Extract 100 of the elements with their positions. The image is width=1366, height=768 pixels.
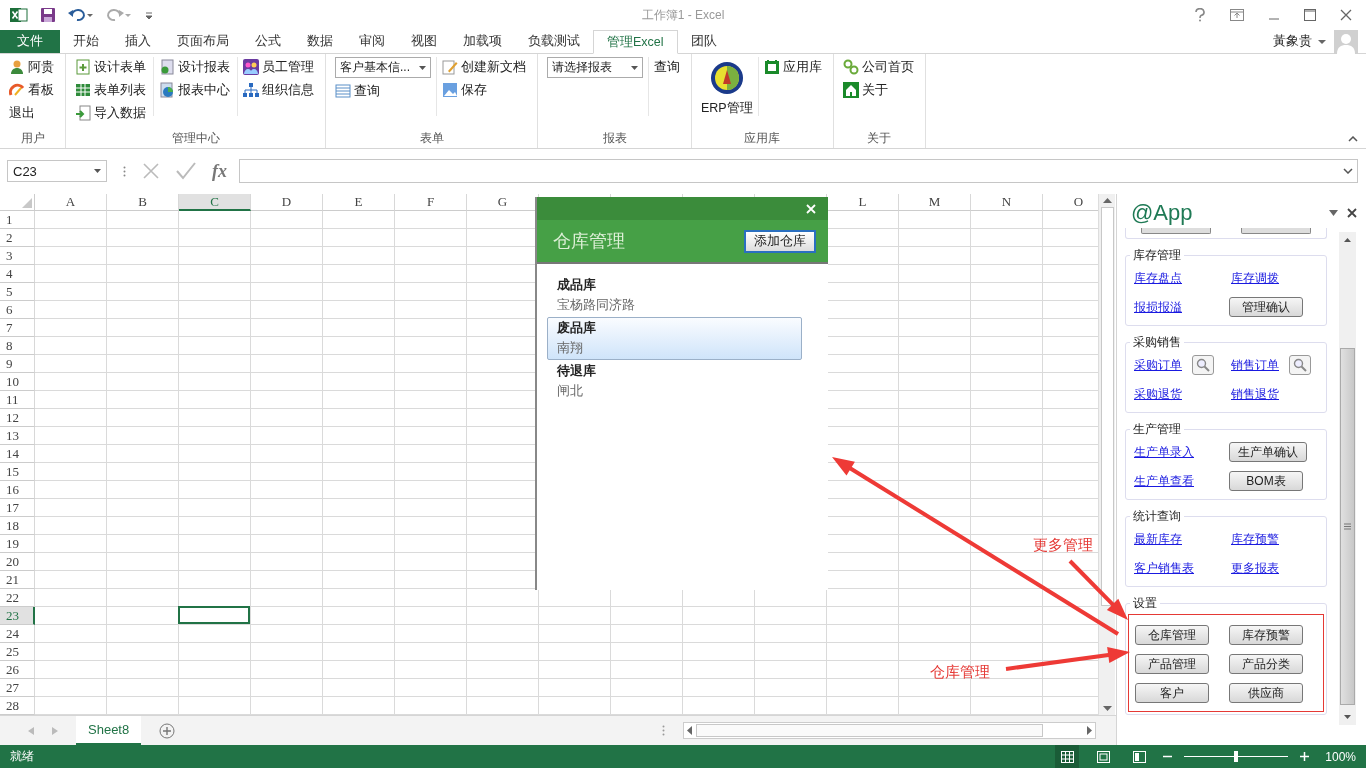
row-header[interactable]: 10 bbox=[0, 373, 35, 391]
row-header[interactable]: 5 bbox=[0, 283, 35, 301]
row-header[interactable]: 2 bbox=[0, 229, 35, 247]
link[interactable]: 客户销售表 bbox=[1132, 559, 1194, 577]
caret-icon[interactable] bbox=[1318, 38, 1326, 45]
ribbon-button[interactable]: 查询 bbox=[335, 81, 431, 101]
page-break-icon[interactable] bbox=[1132, 750, 1146, 763]
zoom-in-icon[interactable] bbox=[1300, 752, 1310, 761]
link[interactable]: 采购退货 bbox=[1132, 385, 1182, 403]
scroll-right-icon[interactable] bbox=[1087, 726, 1092, 735]
row-header[interactable]: 3 bbox=[0, 247, 35, 265]
pane-button[interactable]: 库存预警 bbox=[1229, 625, 1303, 645]
list-item[interactable]: 成品库 宝杨路同济路 bbox=[547, 274, 802, 317]
row-header[interactable]: 15 bbox=[0, 463, 35, 481]
column-header[interactable]: F bbox=[395, 194, 467, 211]
row-header[interactable]: 24 bbox=[0, 625, 35, 643]
ribbon-button[interactable]: 看板 bbox=[9, 80, 56, 100]
ribbon-button[interactable]: 关于 bbox=[842, 80, 916, 100]
horizontal-scrollbar[interactable] bbox=[683, 722, 1096, 739]
name-box[interactable]: C23 bbox=[7, 160, 107, 182]
column-header[interactable]: N bbox=[971, 194, 1043, 211]
drag-handle-icon[interactable] bbox=[123, 165, 126, 177]
pane-button[interactable]: 生产单确认 bbox=[1229, 442, 1307, 462]
column-header[interactable]: D bbox=[251, 194, 323, 211]
row-header[interactable]: 13 bbox=[0, 427, 35, 445]
ribbon-button[interactable]: 创建新文档 bbox=[442, 57, 528, 77]
row-header[interactable]: 17 bbox=[0, 499, 35, 517]
row-header[interactable]: 12 bbox=[0, 409, 35, 427]
ribbon-tab[interactable]: 加载项 bbox=[450, 30, 515, 53]
ribbon-tab[interactable]: 公式 bbox=[242, 30, 294, 53]
scroll-left-icon[interactable] bbox=[687, 726, 692, 735]
row-header[interactable]: 9 bbox=[0, 355, 35, 373]
caret-icon[interactable] bbox=[1329, 210, 1338, 216]
ribbon-tab[interactable]: 数据 bbox=[294, 30, 346, 53]
zoom-level[interactable]: 100% bbox=[1325, 749, 1356, 764]
pane-button[interactable]: 供应商 bbox=[1229, 683, 1303, 703]
row-header[interactable]: 21 bbox=[0, 571, 35, 589]
ribbon-button[interactable]: 设计表单 bbox=[75, 57, 148, 77]
row-header[interactable]: 23 bbox=[0, 607, 35, 625]
sheet-tab[interactable]: Sheet8 bbox=[76, 716, 142, 745]
row-header[interactable]: 19 bbox=[0, 535, 35, 553]
row-header[interactable]: 11 bbox=[0, 391, 35, 409]
ribbon-button[interactable]: 表单列表 bbox=[75, 80, 148, 100]
dropdown[interactable]: 客户基本信... bbox=[335, 57, 431, 78]
search-button[interactable] bbox=[1289, 355, 1311, 375]
user-name[interactable]: 黃象贵 bbox=[1273, 30, 1318, 53]
row-header[interactable]: 16 bbox=[0, 481, 35, 499]
ribbon-button[interactable]: 应用库 bbox=[763, 57, 824, 77]
ribbon-button[interactable]: 组织信息 bbox=[243, 80, 316, 100]
row-header[interactable]: 6 bbox=[0, 301, 35, 319]
save-icon[interactable] bbox=[40, 7, 56, 23]
row-header[interactable]: 14 bbox=[0, 445, 35, 463]
ribbon-button[interactable]: 报表中心 bbox=[159, 80, 232, 100]
ribbon-button[interactable]: 设计报表 bbox=[159, 57, 232, 77]
close-icon[interactable] bbox=[1347, 208, 1357, 218]
close-icon[interactable] bbox=[1340, 9, 1352, 21]
scroll-up-icon[interactable] bbox=[1102, 198, 1112, 203]
ribbon-button[interactable]: 保存 bbox=[442, 80, 528, 100]
file-tab[interactable]: 文件 bbox=[0, 30, 60, 53]
pane-button[interactable]: 产品管理 bbox=[1135, 654, 1209, 674]
link[interactable]: 生产单查看 bbox=[1132, 472, 1194, 490]
ribbon-tab[interactable]: 团队 bbox=[677, 30, 730, 53]
link[interactable]: 库存盘点 bbox=[1132, 269, 1182, 287]
ribbon-tab[interactable]: 页面布局 bbox=[164, 30, 242, 53]
ribbon-tab[interactable]: 插入 bbox=[112, 30, 164, 53]
pane-button[interactable]: 仓库管理 bbox=[1135, 625, 1209, 645]
check-icon[interactable] bbox=[176, 162, 196, 180]
list-item[interactable]: 废品库 南翔 bbox=[547, 317, 802, 360]
insert-function-button[interactable]: fx bbox=[212, 160, 227, 182]
dropdown[interactable]: 请选择报表 bbox=[547, 57, 643, 78]
drag-handle-icon[interactable] bbox=[662, 725, 665, 736]
scroll-down-icon[interactable] bbox=[1344, 715, 1351, 719]
link[interactable]: 最新库存 bbox=[1132, 530, 1182, 548]
ribbon-button[interactable]: 员工管理 bbox=[243, 57, 316, 77]
link[interactable]: 库存预警 bbox=[1229, 530, 1279, 548]
search-button[interactable] bbox=[1192, 355, 1214, 375]
row-header[interactable]: 7 bbox=[0, 319, 35, 337]
formula-input[interactable] bbox=[239, 159, 1358, 183]
ribbon-button[interactable]: 公司首页 bbox=[842, 57, 916, 77]
column-header[interactable]: E bbox=[323, 194, 395, 211]
ribbon-button[interactable]: 阿贵 bbox=[9, 57, 56, 77]
scroll-down-icon[interactable] bbox=[1102, 706, 1112, 711]
undo-icon[interactable] bbox=[68, 7, 94, 23]
add-sheet-icon[interactable] bbox=[159, 722, 176, 739]
active-cell[interactable] bbox=[178, 606, 250, 624]
link[interactable]: 更多报表 bbox=[1229, 559, 1279, 577]
row-header[interactable]: 20 bbox=[0, 553, 35, 571]
ribbon-button[interactable]: 查询 bbox=[654, 57, 682, 77]
row-header[interactable]: 8 bbox=[0, 337, 35, 355]
link[interactable]: 库存调拨 bbox=[1229, 269, 1279, 287]
ribbon-tab[interactable]: 开始 bbox=[60, 30, 112, 53]
cut-off-button[interactable] bbox=[1241, 228, 1311, 234]
link[interactable]: 采购订单 bbox=[1132, 356, 1182, 374]
link[interactable]: 销售订单 bbox=[1229, 356, 1279, 374]
pane-button[interactable]: BOM表 bbox=[1229, 471, 1303, 491]
collapse-ribbon-icon[interactable] bbox=[1348, 136, 1358, 142]
pane-scrollbar[interactable] bbox=[1339, 232, 1356, 725]
ribbon-tab[interactable]: 视图 bbox=[398, 30, 450, 53]
help-icon[interactable] bbox=[1194, 8, 1206, 22]
link[interactable]: 生产单录入 bbox=[1132, 443, 1194, 461]
